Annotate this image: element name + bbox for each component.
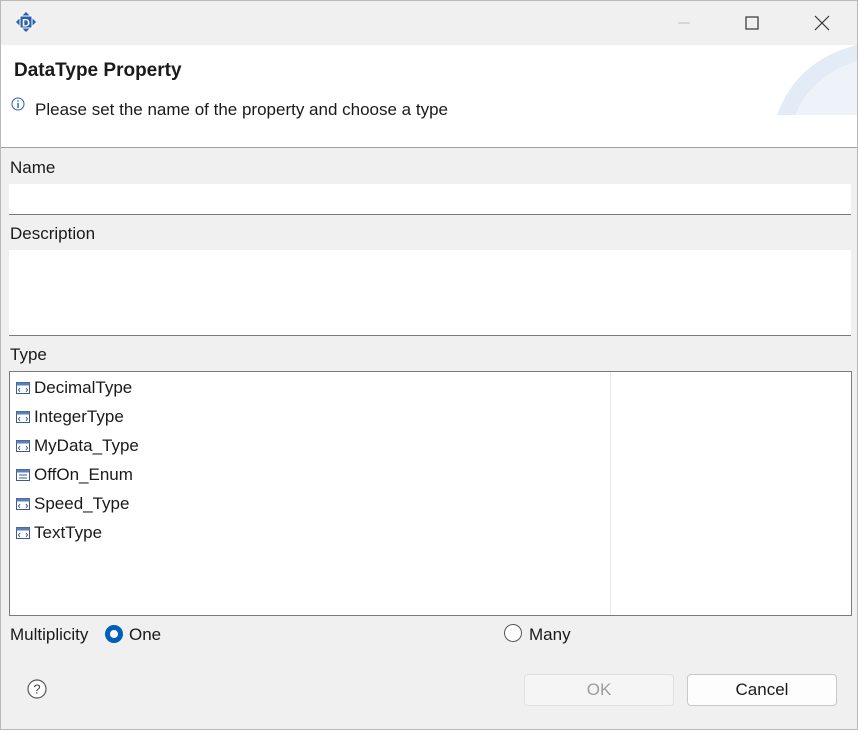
title-bar[interactable]: D <box>1 1 857 45</box>
description-label: Description <box>10 224 96 243</box>
datatype-property-dialog: D DataType Property Please set the name … <box>0 0 858 730</box>
list-item[interactable]: DecimalType <box>16 376 132 400</box>
list-item[interactable]: OffOn_Enum <box>16 463 133 487</box>
name-field[interactable] <box>9 184 851 215</box>
maximize-button[interactable] <box>729 1 775 45</box>
close-button[interactable] <box>799 1 845 45</box>
description-field[interactable] <box>9 250 851 336</box>
datatype-icon <box>16 527 30 539</box>
minimize-button[interactable] <box>661 1 707 45</box>
svg-text:D: D <box>22 18 30 30</box>
type-list[interactable]: DecimalType IntegerType MyData_Type OffO… <box>9 371 852 616</box>
info-icon <box>11 97 25 111</box>
radio-many-label[interactable]: Many <box>529 625 571 645</box>
datatype-icon <box>16 498 30 510</box>
list-item[interactable]: Speed_Type <box>16 492 129 516</box>
maximize-icon <box>745 16 759 30</box>
name-label: Name <box>10 158 56 177</box>
banner-decoration <box>777 45 857 115</box>
list-item[interactable]: IntegerType <box>16 405 124 429</box>
page-title: DataType Property <box>14 60 182 81</box>
help-icon[interactable]: ? <box>27 679 47 699</box>
datatype-icon <box>16 411 30 423</box>
datatype-icon <box>16 440 30 452</box>
ok-button[interactable]: OK <box>524 674 674 706</box>
close-icon <box>814 15 830 31</box>
header-message: Please set the name of the property and … <box>35 100 448 119</box>
radio-one[interactable] <box>105 625 123 643</box>
svg-text:?: ? <box>33 682 40 697</box>
dialog-header: DataType Property Please set the name of… <box>1 45 857 148</box>
minimize-icon <box>678 22 690 24</box>
cancel-button[interactable]: Cancel <box>687 674 837 706</box>
d-app-icon: D <box>16 12 36 32</box>
list-item[interactable]: TextType <box>16 521 102 545</box>
datatype-icon <box>16 382 30 394</box>
radio-many[interactable] <box>504 624 522 642</box>
multiplicity-label: Multiplicity <box>10 625 89 644</box>
list-item[interactable]: MyData_Type <box>16 434 139 458</box>
list-divider <box>610 372 611 615</box>
radio-one-label[interactable]: One <box>129 625 161 645</box>
type-label: Type <box>10 345 47 364</box>
enum-icon <box>16 469 30 481</box>
